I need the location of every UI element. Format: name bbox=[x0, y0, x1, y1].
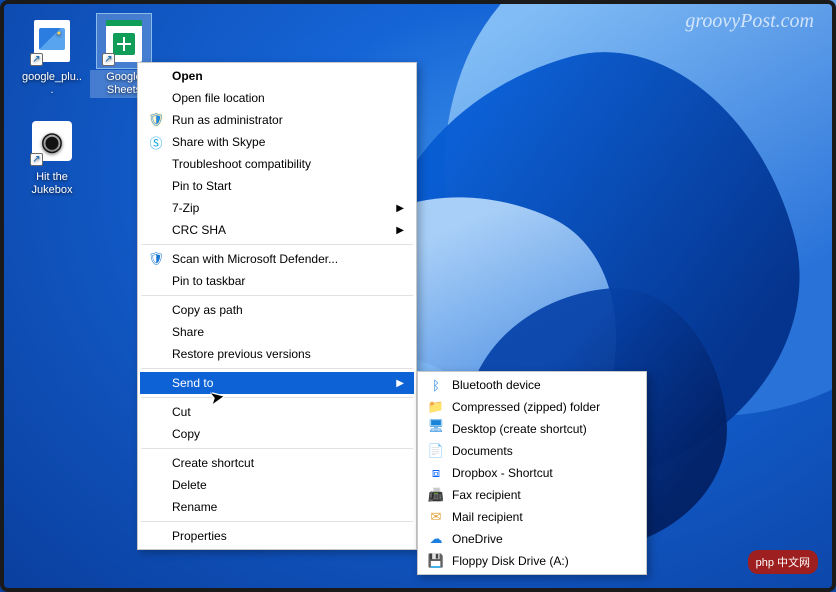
submenu-item-onedrive[interactable]: ☁ OneDrive bbox=[420, 528, 644, 550]
menu-item-label: Delete bbox=[172, 478, 207, 492]
floppy-icon: 💾 bbox=[428, 553, 444, 569]
submenu-item-label: Compressed (zipped) folder bbox=[452, 400, 600, 414]
send-to-submenu: ᛒ Bluetooth device 📁 Compressed (zipped) fo… bbox=[417, 371, 647, 575]
menu-separator bbox=[141, 521, 413, 522]
fax-icon: 📠 bbox=[428, 487, 444, 503]
menu-item-label: Pin to taskbar bbox=[172, 274, 245, 288]
submenu-item-label: Dropbox - Shortcut bbox=[452, 466, 553, 480]
zipped-icon: 📁 bbox=[428, 399, 444, 415]
submenu-arrow-icon: ▶ bbox=[396, 203, 404, 214]
submenu-arrow-icon: ▶ bbox=[396, 225, 404, 236]
menu-item-label: Share with Skype bbox=[172, 135, 265, 149]
menu-item-label: Properties bbox=[172, 529, 227, 543]
submenu-item-label: OneDrive bbox=[452, 532, 503, 546]
dropbox-icon: ⧈ bbox=[428, 465, 444, 481]
menu-item-label: Cut bbox=[172, 405, 191, 419]
menu-separator bbox=[141, 448, 413, 449]
menu-item-label: Run as administrator bbox=[172, 113, 283, 127]
menu-item-troubleshoot[interactable]: Troubleshoot compatibility bbox=[140, 153, 414, 175]
bluetooth-icon: ᛒ bbox=[428, 377, 444, 393]
menu-item-restore-versions[interactable]: Restore previous versions bbox=[140, 343, 414, 365]
menu-separator bbox=[141, 397, 413, 398]
submenu-arrow-icon: ▶ bbox=[396, 378, 404, 389]
shortcut-overlay-icon: ↗ bbox=[30, 153, 43, 166]
submenu-item-desktop-shortcut[interactable]: 🖥 Desktop (create shortcut) bbox=[420, 418, 644, 440]
submenu-item-bluetooth[interactable]: ᛒ Bluetooth device bbox=[420, 374, 644, 396]
context-menu: Open Open file location 🛡 Run as administra… bbox=[137, 62, 417, 550]
menu-item-label: Copy as path bbox=[172, 303, 243, 317]
shield-icon: 🛡 bbox=[148, 112, 164, 128]
menu-item-properties[interactable]: Properties bbox=[140, 525, 414, 547]
menu-item-crc-sha[interactable]: CRC SHA ▶ bbox=[140, 219, 414, 241]
submenu-item-dropbox[interactable]: ⧈ Dropbox - Shortcut bbox=[420, 462, 644, 484]
shortcut-overlay-icon: ↗ bbox=[102, 53, 115, 66]
menu-item-run-admin[interactable]: 🛡 Run as administrator bbox=[140, 109, 414, 131]
desktop-icon-jukebox[interactable]: ↗ Hit the Jukebox bbox=[18, 114, 86, 198]
defender-icon: 🛡 bbox=[148, 251, 164, 267]
menu-item-label: Open bbox=[172, 69, 203, 83]
menu-item-label: Troubleshoot compatibility bbox=[172, 157, 311, 171]
menu-item-pin-taskbar[interactable]: Pin to taskbar bbox=[140, 270, 414, 292]
menu-item-rename[interactable]: Rename bbox=[140, 496, 414, 518]
menu-item-label: Copy bbox=[172, 427, 200, 441]
submenu-item-label: Bluetooth device bbox=[452, 378, 541, 392]
menu-item-label: Open file location bbox=[172, 91, 265, 105]
submenu-item-label: Mail recipient bbox=[452, 510, 523, 524]
menu-item-label: CRC SHA bbox=[172, 223, 226, 237]
menu-separator bbox=[141, 368, 413, 369]
menu-item-cut[interactable]: Cut bbox=[140, 401, 414, 423]
menu-item-open[interactable]: Open bbox=[140, 65, 414, 87]
menu-item-delete[interactable]: Delete bbox=[140, 474, 414, 496]
desktop-icon-label: google_plu... bbox=[18, 70, 86, 98]
menu-separator bbox=[141, 295, 413, 296]
site-badge: php 中文网 bbox=[748, 550, 818, 574]
watermark-text: groovyPost.com bbox=[685, 10, 814, 33]
menu-item-label: Scan with Microsoft Defender... bbox=[172, 252, 338, 266]
submenu-item-documents[interactable]: 📄 Documents bbox=[420, 440, 644, 462]
menu-item-copy[interactable]: Copy bbox=[140, 423, 414, 445]
submenu-item-fax[interactable]: 📠 Fax recipient bbox=[420, 484, 644, 506]
menu-item-send-to[interactable]: Send to ▶ bbox=[140, 372, 414, 394]
desktop-icon-google-plus[interactable]: ↗ google_plu... bbox=[18, 14, 86, 98]
menu-item-copy-path[interactable]: Copy as path bbox=[140, 299, 414, 321]
menu-separator bbox=[141, 244, 413, 245]
shortcut-overlay-icon: ↗ bbox=[30, 53, 43, 66]
desktop-shortcut-icon: 🖥 bbox=[428, 418, 444, 434]
desktop-icon-label: Hit the Jukebox bbox=[18, 170, 86, 198]
menu-item-scan-defender[interactable]: 🛡 Scan with Microsoft Defender... bbox=[140, 248, 414, 270]
submenu-item-mail[interactable]: ✉ Mail recipient bbox=[420, 506, 644, 528]
menu-item-create-shortcut[interactable]: Create shortcut bbox=[140, 452, 414, 474]
documents-icon: 📄 bbox=[428, 443, 444, 459]
menu-item-label: Send to bbox=[172, 376, 213, 390]
submenu-item-floppy[interactable]: 💾 Floppy Disk Drive (A:) bbox=[420, 550, 644, 572]
menu-item-share[interactable]: Share bbox=[140, 321, 414, 343]
menu-item-label: Share bbox=[172, 325, 204, 339]
menu-item-label: 7-Zip bbox=[172, 201, 199, 215]
onedrive-icon: ☁ bbox=[428, 531, 444, 547]
menu-item-7zip[interactable]: 7-Zip ▶ bbox=[140, 197, 414, 219]
menu-item-pin-start[interactable]: Pin to Start bbox=[140, 175, 414, 197]
menu-item-label: Pin to Start bbox=[172, 179, 231, 193]
menu-item-label: Rename bbox=[172, 500, 217, 514]
submenu-item-label: Floppy Disk Drive (A:) bbox=[452, 554, 569, 568]
mail-icon: ✉ bbox=[428, 509, 444, 525]
menu-item-share-skype[interactable]: Ⓢ Share with Skype bbox=[140, 131, 414, 153]
submenu-item-label: Fax recipient bbox=[452, 488, 521, 502]
menu-item-label: Restore previous versions bbox=[172, 347, 311, 361]
submenu-item-label: Desktop (create shortcut) bbox=[452, 422, 587, 436]
menu-item-label: Create shortcut bbox=[172, 456, 254, 470]
skype-icon: Ⓢ bbox=[148, 134, 164, 150]
submenu-item-zipped[interactable]: 📁 Compressed (zipped) folder bbox=[420, 396, 644, 418]
menu-item-open-location[interactable]: Open file location bbox=[140, 87, 414, 109]
submenu-item-label: Documents bbox=[452, 444, 513, 458]
